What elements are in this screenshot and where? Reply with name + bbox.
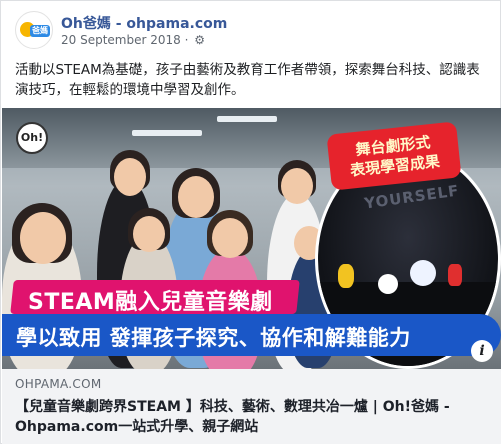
gear-icon[interactable]: ⚙ bbox=[194, 33, 205, 47]
secondary-banner-text: 學以致用 發揮孩子探究、協作和解難能力 bbox=[16, 326, 411, 350]
ceiling-light bbox=[217, 116, 277, 122]
ohpama-logo: Oh! bbox=[16, 122, 48, 154]
stage-word: YOURSELF bbox=[363, 181, 461, 213]
child-face bbox=[133, 216, 165, 252]
stage-ball bbox=[410, 260, 436, 286]
stage-prop bbox=[338, 264, 354, 288]
adult-face bbox=[281, 168, 313, 204]
child-face bbox=[212, 218, 248, 258]
post-date[interactable]: 20 September 2018 · bbox=[61, 33, 192, 47]
page-avatar[interactable]: 爸媽 bbox=[15, 11, 53, 49]
child-face bbox=[20, 212, 66, 264]
primary-banner-text: STEAM融入兒童音樂劇 bbox=[28, 290, 273, 315]
post-card: 爸媽 Oh爸媽 - ohpama.com 20 September 2018 ·… bbox=[0, 0, 501, 444]
link-preview-image[interactable]: Oh! YOURSELF 舞台劇形式 表現學習成果 STEAM融入兒童音樂劇 學… bbox=[2, 108, 501, 369]
ceiling-light bbox=[132, 130, 202, 136]
link-title[interactable]: 【兒童音樂劇跨界STEAM 】科技、藝術、數理共冶一爐 | Oh!爸媽 - Oh… bbox=[15, 397, 489, 437]
page-name-link[interactable]: Oh爸媽 - ohpama.com bbox=[61, 13, 227, 33]
adult-face bbox=[114, 158, 146, 196]
adult-face bbox=[178, 176, 214, 218]
post-meta: 20 September 2018 · ⚙ bbox=[61, 33, 205, 47]
link-domain: OHPAMA.COM bbox=[15, 377, 102, 391]
stage-prop bbox=[448, 264, 462, 286]
post-text: 活動以STEAM為基礎，孩子由藝術及教育工作者帶領，探索舞台科技、認識表演技巧，… bbox=[15, 62, 480, 98]
info-icon[interactable]: i bbox=[471, 340, 493, 362]
stage-ball bbox=[378, 274, 398, 294]
avatar-logo-text: 爸媽 bbox=[30, 25, 50, 37]
